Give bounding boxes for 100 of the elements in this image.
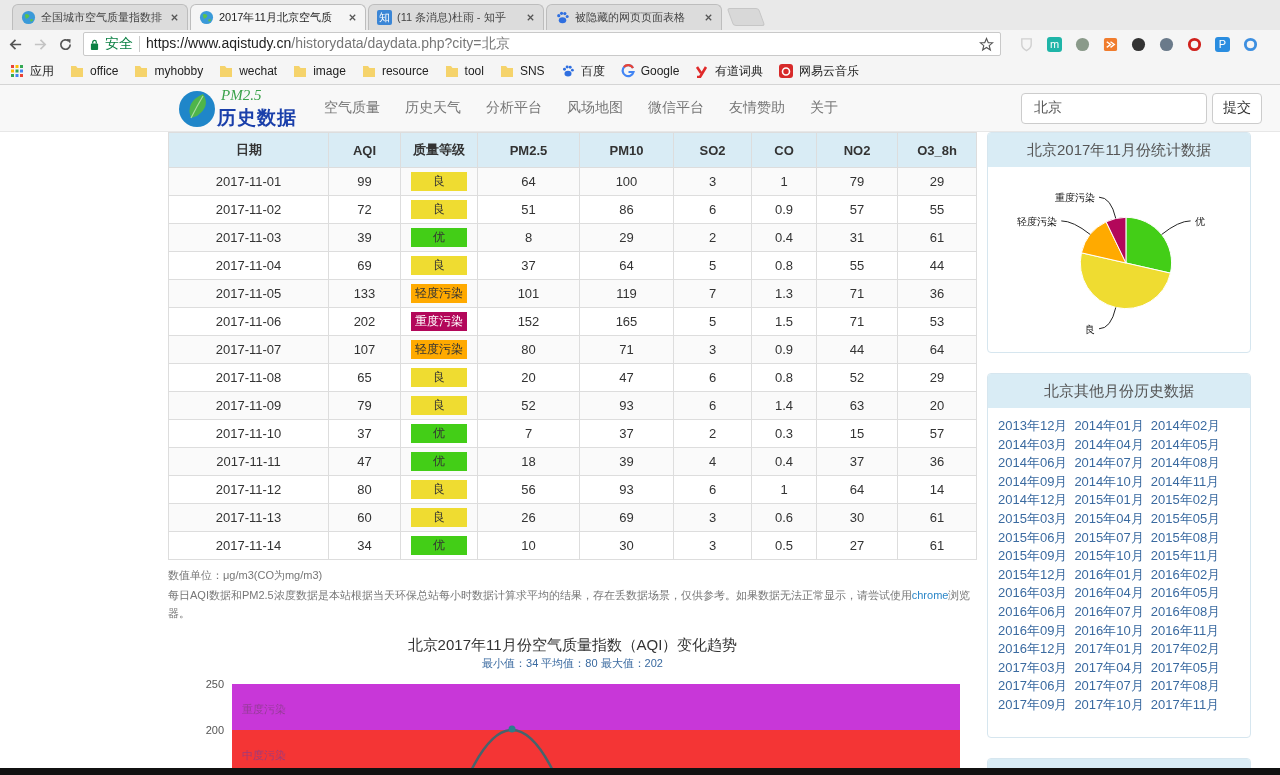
browser-tab[interactable]: 被隐藏的网页页面表格 (546, 4, 722, 30)
month-link[interactable]: 2014年12月 (998, 491, 1068, 509)
month-link[interactable]: 2017年03月 (998, 658, 1068, 677)
month-link[interactable]: 2015年04月 (1074, 509, 1144, 528)
bookmark-item[interactable]: Google (620, 64, 680, 78)
month-link[interactable]: 2014年01月 (1074, 417, 1144, 435)
nav-link[interactable]: 关于 (810, 99, 838, 117)
month-link[interactable]: 2017年06月 (998, 677, 1068, 695)
month-link[interactable]: 2017年05月 (1150, 658, 1221, 677)
table-cell: 79 (816, 167, 898, 196)
month-link[interactable]: 2016年06月 (998, 602, 1068, 621)
month-link[interactable]: 2016年01月 (1074, 565, 1144, 584)
month-link[interactable]: 2016年09月 (998, 621, 1068, 640)
extension-icon[interactable] (1131, 36, 1146, 52)
bookmark-item[interactable]: wechat (219, 64, 278, 78)
month-link[interactable]: 2014年10月 (1074, 472, 1144, 491)
nav-link[interactable]: 微信平台 (648, 99, 704, 117)
star-icon[interactable] (979, 36, 994, 52)
reload-icon[interactable] (58, 36, 73, 52)
month-link[interactable]: 2017年11月 (1150, 695, 1221, 714)
month-link[interactable]: 2017年04月 (1074, 658, 1144, 677)
month-link[interactable]: 2015年02月 (1150, 491, 1221, 509)
month-link[interactable]: 2015年05月 (1150, 509, 1221, 528)
month-link[interactable]: 2017年08月 (1150, 677, 1221, 695)
browser-tab[interactable]: 全国城市空气质量指数排 (12, 4, 188, 30)
close-icon[interactable] (170, 13, 179, 22)
table-cell: 69 (579, 503, 674, 532)
month-link[interactable]: 2015年10月 (1074, 547, 1144, 565)
month-link[interactable]: 2014年11月 (1150, 472, 1221, 491)
month-link[interactable]: 2014年05月 (1150, 435, 1221, 454)
month-link[interactable]: 2016年04月 (1074, 584, 1144, 602)
month-link[interactable]: 2014年06月 (998, 454, 1068, 472)
city-search-field[interactable]: 北京 (1021, 92, 1207, 124)
close-icon[interactable] (348, 13, 357, 22)
close-icon[interactable] (526, 13, 535, 22)
submit-button[interactable]: 提交 (1212, 92, 1262, 124)
table-cell: 55 (816, 251, 898, 280)
table-cell: 36 (897, 279, 977, 308)
address-bar[interactable]: 安全 https://www.aqistudy.cn/historydata/daydata.php?city=北京 (83, 32, 1001, 56)
month-link[interactable]: 2014年03月 (998, 435, 1068, 454)
month-link[interactable]: 2016年05月 (1150, 584, 1221, 602)
bookmark-item[interactable]: 网易云音乐 (779, 62, 860, 80)
bookmark-item[interactable]: image (293, 64, 346, 78)
close-icon[interactable] (704, 13, 713, 22)
month-link[interactable]: 2015年03月 (998, 509, 1068, 528)
nav-link[interactable]: 历史天气 (405, 99, 461, 117)
nav-link[interactable]: 友情赞助 (729, 99, 785, 117)
bookmark-item[interactable]: SNS (499, 64, 545, 78)
month-link[interactable]: 2017年02月 (1150, 640, 1221, 658)
month-link[interactable]: 2017年01月 (1074, 640, 1144, 658)
table-cell: 37 (579, 419, 674, 448)
leaf-globe-icon (177, 88, 217, 128)
month-link[interactable]: 2016年03月 (998, 584, 1068, 602)
extension-icon[interactable] (1187, 36, 1202, 52)
month-link[interactable]: 2015年06月 (998, 528, 1068, 547)
month-link[interactable]: 2016年11月 (1150, 621, 1221, 640)
month-link[interactable]: 2016年12月 (998, 640, 1068, 658)
table-cell: 18 (477, 447, 580, 476)
month-link[interactable]: 2014年08月 (1150, 454, 1221, 472)
bookmark-item[interactable]: resource (361, 64, 429, 78)
quality-badge: 良 (411, 396, 467, 415)
table-cell: 2017-11-07 (168, 335, 329, 364)
month-link[interactable]: 2017年07月 (1074, 677, 1144, 695)
table-cell: 1 (751, 167, 817, 196)
table-cell: 0.9 (751, 335, 817, 364)
nav-link[interactable]: 空气质量 (324, 99, 380, 117)
bookmark-item[interactable]: office (70, 64, 119, 78)
month-link[interactable]: 2016年10月 (1074, 621, 1144, 640)
bookmark-item[interactable]: 有道词典 (695, 62, 764, 80)
month-link[interactable]: 2016年08月 (1150, 602, 1221, 621)
month-link[interactable]: 2014年07月 (1074, 454, 1144, 472)
month-link[interactable]: 2014年09月 (998, 472, 1068, 491)
nav-link[interactable]: 分析平台 (486, 99, 542, 117)
month-link[interactable]: 2016年07月 (1074, 602, 1144, 621)
month-link[interactable]: 2013年12月 (998, 417, 1068, 435)
extension-icon[interactable]: P (1215, 36, 1230, 52)
leader-line (1161, 220, 1192, 235)
month-link[interactable]: 2015年09月 (998, 547, 1068, 565)
nav-link[interactable]: 风场地图 (567, 99, 623, 117)
browser-tab[interactable]: 知 (11 条消息)杜雨 - 知乎 (368, 4, 544, 30)
month-link[interactable]: 2015年08月 (1150, 528, 1221, 547)
browser-tab[interactable]: 2017年11月北京空气质 (190, 4, 366, 30)
quality-badge: 轻度污染 (411, 284, 467, 303)
month-link[interactable]: 2015年11月 (1150, 547, 1221, 565)
bookmark-item[interactable]: myhobby (134, 64, 204, 78)
month-link[interactable]: 2015年01月 (1074, 491, 1144, 509)
quality-badge: 良 (411, 480, 467, 499)
bookmark-item[interactable]: 应用 (10, 62, 54, 80)
table-cell: 51 (477, 195, 580, 224)
month-link[interactable]: 2016年02月 (1150, 565, 1221, 584)
site-logo[interactable]: PM2.5 历史数据 (177, 86, 305, 130)
month-link[interactable]: 2014年04月 (1074, 435, 1144, 454)
month-link[interactable]: 2017年09月 (998, 695, 1068, 714)
bookmark-item[interactable]: 百度 (560, 62, 605, 80)
chrome-link[interactable]: chrome (911, 589, 949, 601)
bookmark-item[interactable]: tool (444, 64, 484, 78)
month-link[interactable]: 2015年12月 (998, 565, 1068, 584)
month-link[interactable]: 2014年02月 (1150, 417, 1221, 435)
month-link[interactable]: 2017年10月 (1074, 695, 1144, 714)
month-link[interactable]: 2015年07月 (1074, 528, 1144, 547)
